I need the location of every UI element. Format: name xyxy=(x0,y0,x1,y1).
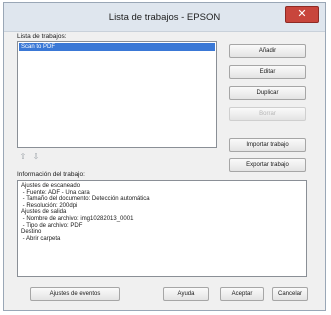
info-line: Ajustes de salida xyxy=(21,209,67,216)
close-icon: ✕ xyxy=(297,8,307,20)
help-button[interactable]: Ayuda xyxy=(163,287,209,301)
cancel-button[interactable]: Cancelar xyxy=(272,287,308,301)
job-info-label: Información del trabajo: xyxy=(17,171,85,178)
import-job-button[interactable]: Importar trabajo xyxy=(229,138,306,152)
delete-button[interactable]: Borrar xyxy=(229,107,306,121)
export-job-button[interactable]: Exportar trabajo xyxy=(229,158,306,172)
add-button[interactable]: Añadir xyxy=(229,44,306,58)
reorder-controls: ⇧ ⇩ xyxy=(18,151,58,163)
duplicate-button[interactable]: Duplicar xyxy=(229,86,306,100)
info-line: - Tipo de archivo: PDF xyxy=(21,222,83,229)
accept-button[interactable]: Aceptar xyxy=(220,287,264,301)
arrow-down-icon[interactable]: ⇩ xyxy=(31,151,41,162)
info-line: - Fuente: ADF - Una cara xyxy=(21,189,90,196)
job-list[interactable]: Scan to PDF xyxy=(17,41,217,148)
title-bar: Lista de trabajos - EPSON ✕ xyxy=(4,3,325,32)
event-settings-button[interactable]: Ajustes de eventos xyxy=(30,287,120,301)
info-line: - Resolución: 200dpi xyxy=(21,202,78,209)
job-info-box: Ajustes de escaneado - Fuente: ADF - Una… xyxy=(17,180,307,277)
job-list-label: Lista de trabajos: xyxy=(17,33,67,40)
info-line: - Tamaño del documento: Detección automá… xyxy=(21,196,150,203)
info-line: - Nombre de archivo: img10282013_0001 xyxy=(21,215,134,222)
close-button[interactable]: ✕ xyxy=(285,6,319,23)
info-line: - Abrir carpeta xyxy=(21,235,61,242)
arrow-up-icon[interactable]: ⇧ xyxy=(18,151,28,162)
info-line: Ajustes de escaneado xyxy=(21,183,81,189)
info-line: Destino xyxy=(21,229,42,236)
job-list-item[interactable]: Scan to PDF xyxy=(19,43,215,51)
edit-button[interactable]: Editar xyxy=(229,65,306,79)
window-title: Lista de trabajos - EPSON xyxy=(108,12,221,23)
